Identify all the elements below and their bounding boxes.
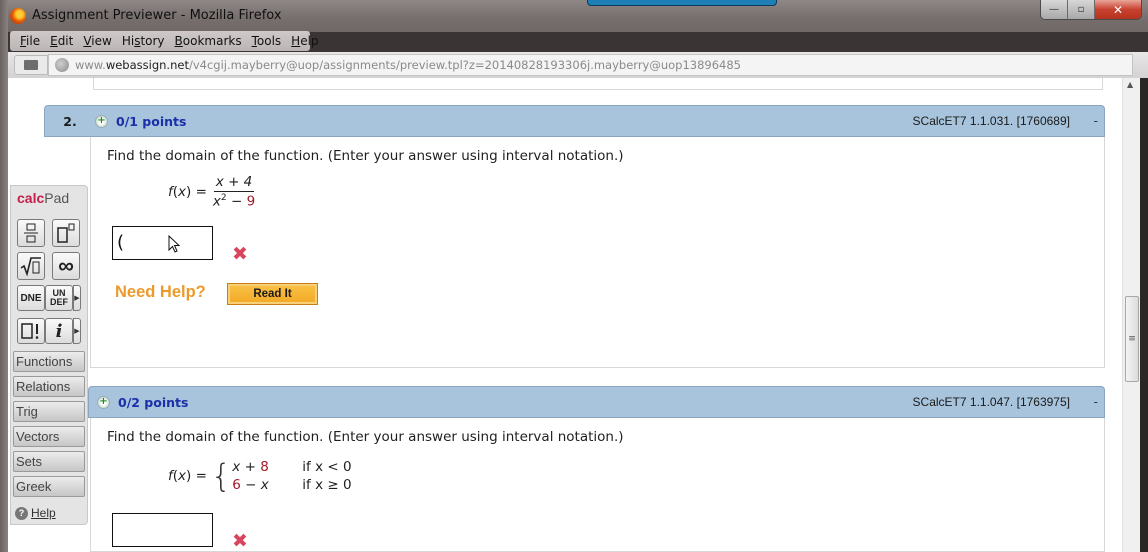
fraction: x + 4 x2 − 9 [213,174,255,210]
scrollbar-thumb[interactable]: ≡ [1125,296,1139,382]
url-domain: webassign.net [105,58,189,72]
calcpad-trig-tab[interactable]: Trig [13,401,85,422]
answer-input-q3[interactable] [112,513,213,547]
vertical-scrollbar[interactable]: ▲ ≡ [1122,78,1140,552]
menu-history[interactable]: History [117,34,170,48]
infinity-icon: ∞ [58,253,74,278]
firefox-logo-icon [10,8,26,24]
need-help-label: Need Help? [115,283,206,301]
read-it-button[interactable]: Read It [227,283,318,305]
case-row: x + 8 if x < 0 [232,459,352,475]
calcpad-sqrt-button[interactable] [17,252,45,280]
calcpad-functions-tab[interactable]: Functions [13,351,85,372]
mouse-cursor-icon [168,235,180,253]
collapse-toggle[interactable]: - [1094,395,1098,409]
expand-plus-icon[interactable]: + [95,114,108,128]
calcpad-dne-button[interactable]: DNE [17,285,45,311]
scroll-up-arrow-icon[interactable]: ▲ [1127,80,1133,89]
square-root-icon [20,257,41,276]
question-2-header: 2. + 0/1 points SCalcET7 1.1.031. [17606… [44,105,1105,137]
question-number: 2. [63,113,77,129]
url-prefix: www. [75,58,106,72]
navigation-bar: www.webassign.net/v4cgij.mayberry@uop/as… [8,52,1148,78]
menu-help[interactable]: Help [286,34,323,48]
help-question-icon: ? [15,506,28,520]
function-lhs: f(x) = [168,468,207,484]
denominator: x2 − 9 [212,193,256,210]
question-reference: SCalcET7 1.1.031. [1760689] [912,114,1070,128]
close-button[interactable]: ✕ [1095,0,1141,19]
fraction-icon [24,223,38,243]
factorial-icon [21,323,39,339]
incorrect-x-icon: ✖ [232,530,248,552]
window-frame-right [1140,78,1148,552]
menu-file[interactable]: File [15,34,45,48]
tab-groups-button[interactable] [14,55,48,75]
url-path: /v4cgij.mayberry@uop/assignments/preview… [188,58,742,72]
page-content: 2. + 0/1 points SCalcET7 1.1.031. [17606… [8,78,1122,552]
numerator: x + 4 [213,174,255,192]
exponent-icon [57,223,75,243]
calcpad-factorial-button[interactable] [17,318,45,344]
tab-groups-icon [24,60,38,70]
question-points: 0/1 points [116,113,187,129]
calcpad-panel: calcPad ∞ DNE UN DEF ▶ i ▶ Functions Rela… [10,185,88,525]
site-identity-globe-icon[interactable] [55,58,69,72]
case-row: 6 − x if x ≥ 0 [232,477,352,493]
calcpad-title: calcPad [17,190,70,206]
url-text: www.webassign.net/v4cgij.mayberry@uop/as… [75,58,741,72]
calcpad-greek-tab[interactable]: Greek [13,476,85,497]
question-3-function: f(x) = { x + 8 if x < 0 6 − x if x ≥ 0 [168,458,352,494]
calcpad-vectors-tab[interactable]: Vectors [13,426,85,447]
incorrect-x-icon: ✖ [232,243,248,265]
calcpad-help-link[interactable]: ? Help [15,506,56,520]
taskbar-preview-edge [587,0,777,6]
menu-edit[interactable]: Edit [45,34,78,48]
window-titlebar: Assignment Previewer - Mozilla Firefox —… [0,0,1148,32]
left-brace: { [210,457,232,495]
maximize-button[interactable]: ▫ [1068,0,1095,19]
calcpad-sets-tab[interactable]: Sets [13,451,85,472]
window-controls: — ▫ ✕ [1040,0,1142,20]
previous-question-bottom-edge [93,78,1103,90]
calcpad-more-arrow[interactable]: ▶ [73,285,81,311]
function-lhs: f(x) = [168,183,207,200]
piecewise-cases: x + 8 if x < 0 6 − x if x ≥ 0 [232,459,351,493]
window-title: Assignment Previewer - Mozilla Firefox [32,8,282,23]
menu-bar: File Edit View History Bookmarks Tools H… [10,31,319,51]
minimize-button[interactable]: — [1041,0,1068,19]
url-bar[interactable]: www.webassign.net/v4cgij.mayberry@uop/as… [48,54,1133,76]
collapse-toggle[interactable]: - [1094,114,1098,128]
calcpad-more-arrow[interactable]: ▶ [73,318,81,344]
calcpad-exponent-button[interactable] [52,219,80,247]
question-points: 0/2 points [118,394,189,410]
expand-plus-icon[interactable]: + [97,395,110,409]
window-frame-left [0,0,8,552]
menu-bookmarks[interactable]: Bookmarks [170,34,247,48]
question-3-header: + 0/2 points SCalcET7 1.1.047. [1763975]… [88,386,1105,418]
answer-input-q2[interactable]: ( [112,226,213,260]
calcpad-fraction-button[interactable] [17,219,45,247]
calcpad-undefined-button[interactable]: UN DEF [45,285,73,311]
question-2-function: f(x) = x + 4 x2 − 9 [168,174,255,210]
menu-view[interactable]: View [78,34,116,48]
menu-tools[interactable]: Tools [247,34,287,48]
calcpad-relations-tab[interactable]: Relations [13,376,85,397]
calcpad-imaginary-button[interactable]: i [45,318,73,344]
question-reference: SCalcET7 1.1.047. [1763975] [912,395,1070,409]
question-2-prompt: Find the domain of the function. (Enter … [107,148,624,164]
calcpad-infinity-button[interactable]: ∞ [52,252,80,280]
question-3-prompt: Find the domain of the function. (Enter … [107,429,624,445]
